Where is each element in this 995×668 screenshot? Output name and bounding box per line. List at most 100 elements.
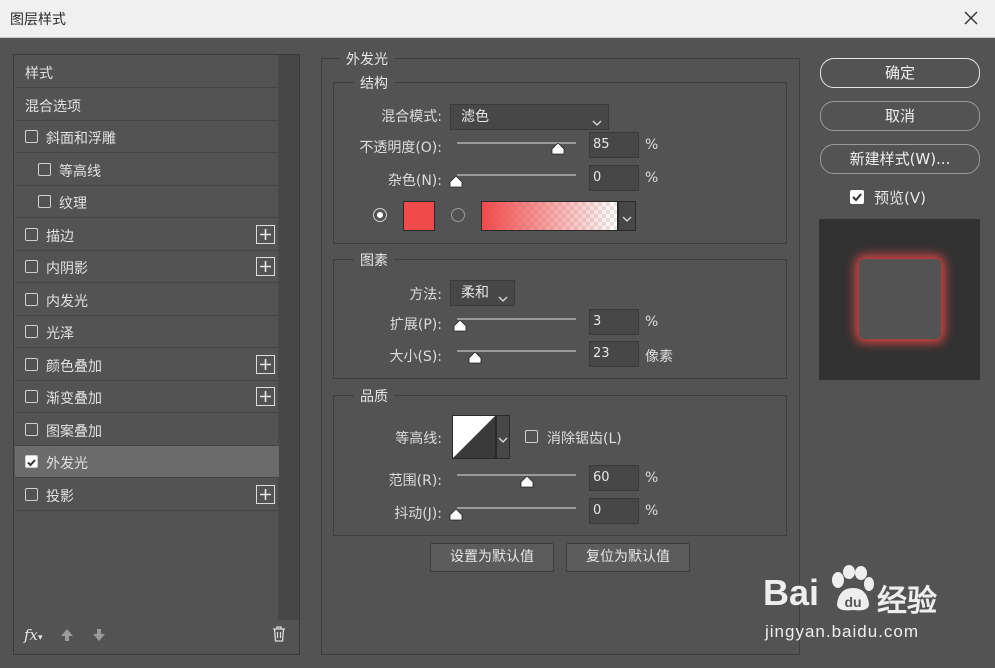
technique-label: 方法: bbox=[409, 287, 442, 303]
list-item[interactable]: 内发光 bbox=[15, 284, 279, 316]
list-item[interactable]: 内阴影 bbox=[15, 251, 279, 283]
opacity-slider-thumb[interactable] bbox=[551, 142, 565, 155]
list-item-label: 描边 bbox=[46, 228, 74, 245]
jitter-slider-track[interactable] bbox=[457, 507, 576, 509]
style-checkbox[interactable] bbox=[38, 162, 51, 176]
style-checkbox[interactable] bbox=[25, 260, 38, 273]
list-item[interactable]: 渐变叠加 bbox=[15, 381, 279, 413]
antialias-checkbox[interactable] bbox=[525, 430, 538, 443]
watermark-url: jingyan.baidu.com bbox=[765, 622, 920, 641]
fx-button[interactable]: fx▾ bbox=[24, 626, 43, 644]
list-scrollbar[interactable] bbox=[278, 55, 299, 620]
reset-default-button[interactable]: 复位为默认值 bbox=[566, 543, 690, 572]
jitter-input[interactable]: 0 bbox=[589, 498, 639, 524]
range-slider-track[interactable] bbox=[457, 474, 576, 476]
color-radio[interactable] bbox=[373, 208, 387, 222]
list-item-label: 图案叠加 bbox=[46, 423, 102, 440]
make-default-button[interactable]: 设置为默认值 bbox=[430, 543, 554, 572]
range-unit: % bbox=[645, 470, 659, 486]
noise-slider-track[interactable] bbox=[457, 174, 576, 176]
list-item[interactable]: 样式 bbox=[15, 56, 279, 88]
style-checkbox[interactable] bbox=[25, 325, 38, 338]
style-checkbox[interactable] bbox=[25, 455, 38, 468]
list-item[interactable]: 混合选项 bbox=[15, 89, 279, 121]
size-unit: 像素 bbox=[645, 349, 673, 365]
list-item[interactable]: 斜面和浮雕 bbox=[15, 121, 279, 153]
noise-input[interactable]: 0 bbox=[589, 165, 639, 191]
add-instance-icon[interactable] bbox=[256, 257, 275, 276]
list-item[interactable]: 纹理 bbox=[15, 186, 279, 218]
checkmark-icon bbox=[852, 193, 862, 202]
close-icon[interactable] bbox=[959, 6, 983, 30]
contour-picker[interactable] bbox=[452, 415, 496, 459]
trash-icon[interactable] bbox=[272, 626, 286, 646]
style-list: 样式混合选项斜面和浮雕等高线纹理描边内阴影内发光光泽颜色叠加渐变叠加图案叠加外发… bbox=[13, 54, 300, 655]
contour-dropdown[interactable] bbox=[496, 415, 510, 459]
technique-select[interactable]: 柔和 bbox=[450, 280, 515, 306]
window-title: 图层样式 bbox=[10, 12, 66, 28]
jitter-unit: % bbox=[645, 503, 659, 519]
style-checkbox[interactable] bbox=[25, 130, 38, 143]
size-input[interactable]: 23 bbox=[589, 341, 639, 367]
style-checkbox[interactable] bbox=[25, 390, 38, 403]
style-checkbox[interactable] bbox=[25, 487, 38, 501]
watermark-brand-b: 经验 bbox=[877, 584, 937, 619]
quality-title: 品质 bbox=[354, 386, 394, 406]
checkmark-icon bbox=[27, 459, 36, 467]
add-instance-icon[interactable] bbox=[256, 224, 275, 244]
list-item[interactable]: 描边 bbox=[15, 219, 279, 251]
spread-input[interactable]: 3 bbox=[589, 309, 639, 335]
gradient-dropdown[interactable] bbox=[618, 201, 636, 231]
list-item[interactable]: 颜色叠加 bbox=[15, 349, 279, 381]
opacity-label: 不透明度(O): bbox=[359, 140, 442, 156]
style-checkbox[interactable] bbox=[25, 422, 38, 436]
new-style-button[interactable]: 新建样式(W)... bbox=[820, 144, 980, 174]
style-checkbox[interactable] bbox=[25, 227, 38, 241]
glow-gradient-picker[interactable] bbox=[481, 201, 618, 231]
style-checkbox[interactable] bbox=[25, 357, 38, 371]
jitter-slider-thumb[interactable] bbox=[449, 508, 463, 521]
style-checkbox[interactable] bbox=[25, 292, 38, 306]
ok-button[interactable]: 确定 bbox=[820, 58, 980, 88]
style-preview bbox=[819, 219, 980, 380]
move-up-icon[interactable] bbox=[60, 628, 74, 646]
paw-icon: du bbox=[829, 564, 875, 618]
watermark-brand-a: Bai bbox=[763, 572, 820, 613]
gradient-radio[interactable] bbox=[451, 208, 465, 222]
range-input[interactable]: 60 bbox=[589, 465, 639, 491]
list-item[interactable]: 等高线 bbox=[15, 154, 279, 186]
blend-mode-select[interactable]: 滤色 bbox=[450, 104, 609, 130]
contour-label: 等高线: bbox=[395, 431, 442, 447]
outer-glow-title: 外发光 bbox=[340, 49, 394, 69]
style-checkbox[interactable] bbox=[38, 195, 51, 208]
list-item[interactable]: 光泽 bbox=[15, 316, 279, 348]
preview-checkbox[interactable] bbox=[850, 190, 864, 204]
spread-slider-thumb[interactable] bbox=[453, 319, 467, 332]
noise-unit: % bbox=[645, 170, 659, 186]
list-item-label: 渐变叠加 bbox=[46, 391, 102, 407]
list-item-label: 光泽 bbox=[46, 326, 74, 342]
glow-color-swatch[interactable] bbox=[403, 201, 435, 231]
list-item-label: 内发光 bbox=[46, 293, 88, 310]
preview-label: 预览(V) bbox=[874, 189, 926, 207]
list-item[interactable]: 投影 bbox=[15, 479, 279, 511]
noise-slider-thumb[interactable] bbox=[449, 175, 463, 188]
technique-value: 柔和 bbox=[461, 285, 489, 301]
list-item-label: 等高线 bbox=[59, 163, 101, 180]
blend-mode-label: 混合模式: bbox=[381, 109, 442, 125]
spread-slider-track[interactable] bbox=[457, 318, 576, 320]
add-instance-icon[interactable] bbox=[256, 354, 275, 374]
opacity-input[interactable]: 85 bbox=[589, 132, 639, 158]
list-item[interactable]: 外发光 bbox=[15, 446, 279, 478]
list-item[interactable]: 图案叠加 bbox=[15, 414, 279, 446]
range-slider-thumb[interactable] bbox=[520, 475, 534, 488]
move-down-icon[interactable] bbox=[92, 628, 106, 646]
svg-text:du: du bbox=[844, 594, 861, 610]
chevron-down-icon bbox=[592, 112, 602, 126]
add-instance-icon[interactable] bbox=[256, 484, 275, 504]
list-item-label: 混合选项 bbox=[25, 98, 81, 115]
add-instance-icon[interactable] bbox=[256, 387, 275, 406]
list-item-label: 样式 bbox=[25, 66, 53, 82]
size-slider-thumb[interactable] bbox=[468, 351, 482, 364]
cancel-button[interactable]: 取消 bbox=[820, 101, 980, 131]
